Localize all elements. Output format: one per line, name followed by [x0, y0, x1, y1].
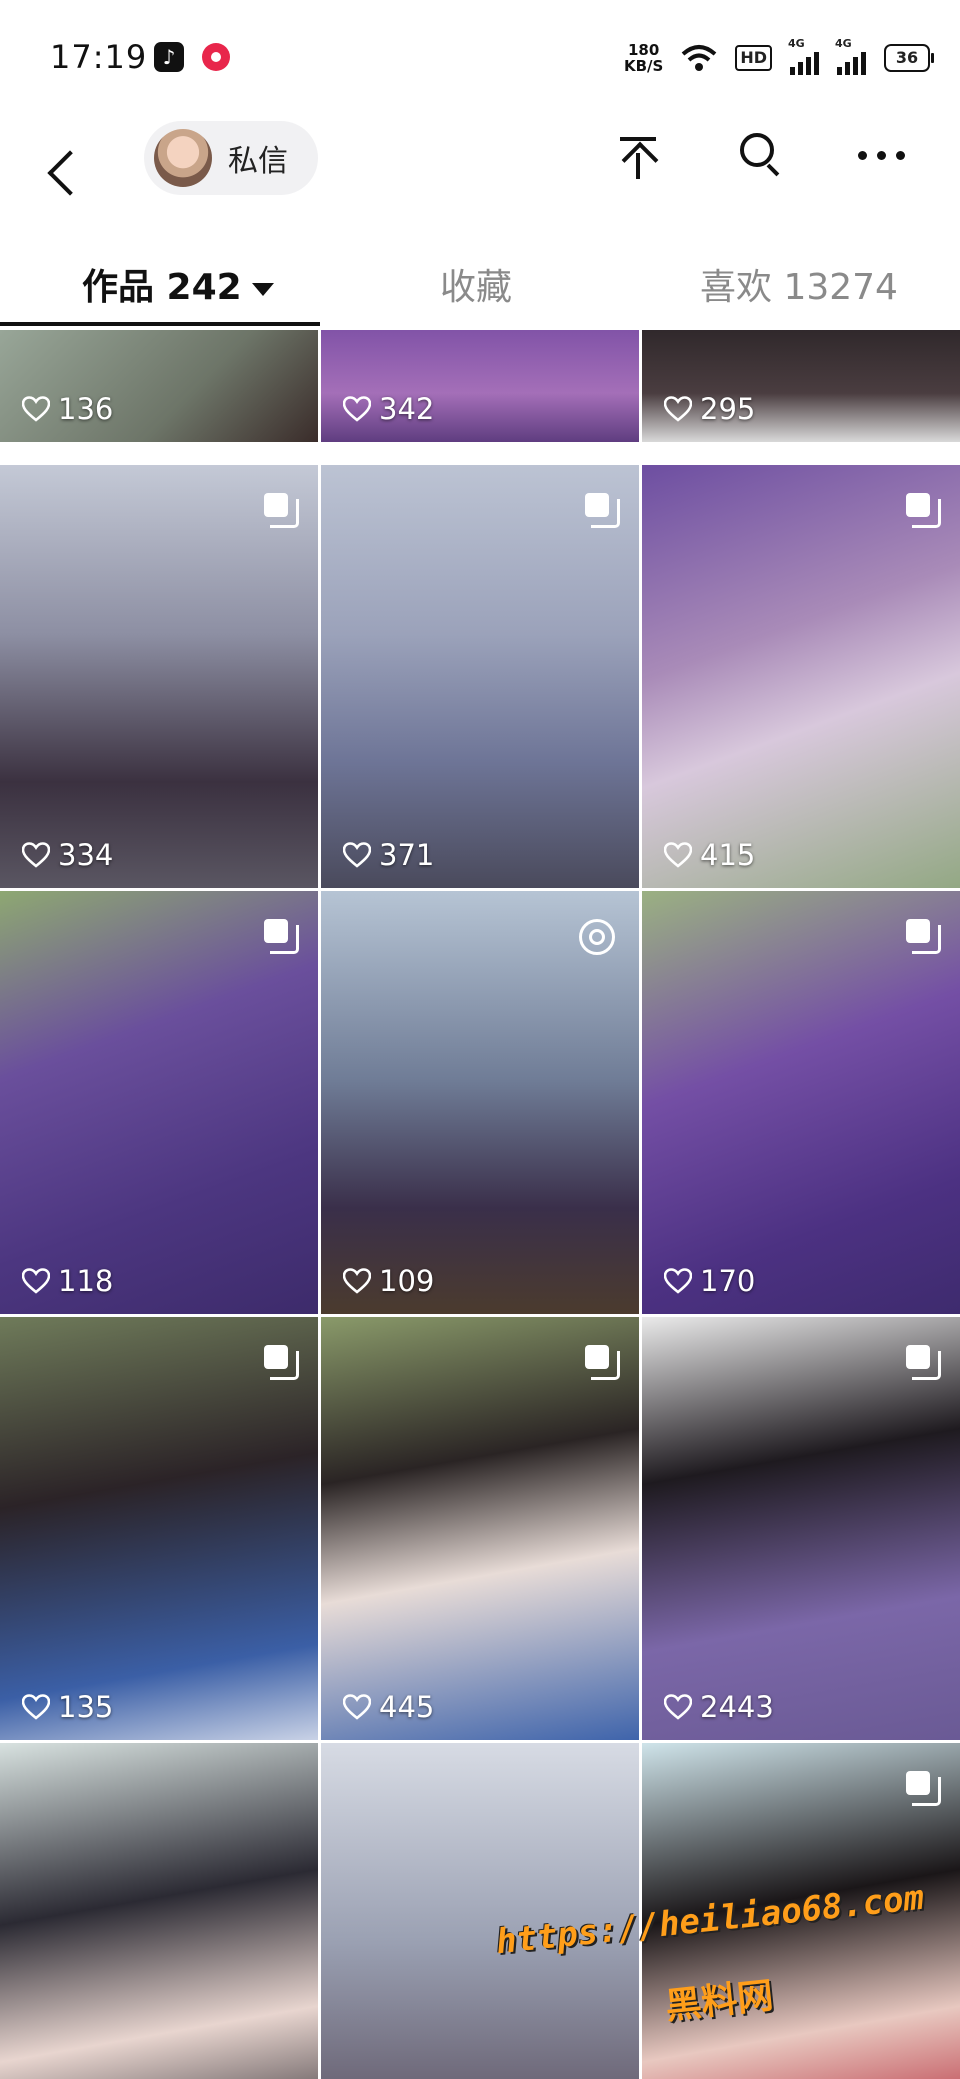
multi-image-icon — [264, 1345, 299, 1380]
video-thumbnail[interactable]: 109 — [321, 891, 639, 1314]
caret-down-icon — [251, 282, 274, 296]
network-speed: 180 KB/S — [623, 41, 664, 75]
tab-favorites[interactable]: 收藏 — [440, 258, 512, 310]
tab-likes[interactable]: 喜欢 13274 — [700, 258, 898, 310]
like-count-value: 118 — [58, 1264, 114, 1298]
like-count: 136 — [22, 392, 113, 426]
profile-header: 私信 — [0, 115, 960, 235]
like-count: 170 — [664, 1264, 755, 1298]
back-button[interactable] — [40, 143, 90, 203]
heart-icon — [664, 842, 692, 868]
share-upload-button[interactable] — [614, 129, 664, 189]
video-thumbnail[interactable] — [0, 1743, 318, 2079]
like-count-value: 371 — [379, 838, 435, 872]
like-count: 334 — [22, 838, 113, 872]
multi-image-icon — [906, 919, 941, 954]
heart-icon — [22, 396, 50, 422]
like-count-value: 342 — [379, 392, 435, 426]
like-count: 415 — [664, 838, 755, 872]
notification-app-icon — [202, 43, 230, 71]
avatar — [154, 129, 212, 187]
video-grid: 136 342 295 334 371 415 118 109 170 135 445 2443 — [0, 330, 960, 2079]
signal-icon-1: 4G — [788, 37, 819, 75]
battery-icon: 36 — [884, 44, 934, 72]
video-thumbnail[interactable]: 135 — [0, 1317, 318, 1740]
search-button[interactable] — [736, 129, 786, 185]
video-thumbnail[interactable]: 170 — [642, 891, 960, 1314]
video-thumbnail[interactable]: 295 — [642, 330, 960, 442]
heart-icon — [664, 396, 692, 422]
hd-voice-icon: HD — [735, 45, 772, 71]
like-count: 445 — [343, 1690, 434, 1724]
like-count-value: 136 — [58, 392, 114, 426]
like-count-value: 445 — [379, 1690, 435, 1724]
wifi-icon — [682, 45, 717, 71]
heart-icon — [22, 1694, 50, 1720]
multi-image-icon — [264, 919, 299, 954]
multi-image-icon — [906, 493, 941, 528]
video-thumbnail[interactable]: 2443 — [642, 1317, 960, 1740]
like-count-value: 170 — [700, 1264, 756, 1298]
video-thumbnail[interactable]: 136 — [0, 330, 318, 442]
heart-icon — [343, 1268, 371, 1294]
like-count: 135 — [22, 1690, 113, 1724]
tiktok-icon: ♪ — [154, 42, 184, 72]
like-count: 118 — [22, 1264, 113, 1298]
multi-image-icon — [906, 1771, 941, 1806]
like-count: 371 — [343, 838, 434, 872]
video-thumbnail[interactable]: 415 — [642, 465, 960, 888]
heart-icon — [343, 396, 371, 422]
like-count-value: 295 — [700, 392, 756, 426]
heart-icon — [664, 1268, 692, 1294]
video-thumbnail[interactable]: 334 — [0, 465, 318, 888]
like-count: 295 — [664, 392, 755, 426]
status-bar: 17:19 ♪ 180 KB/S HD 4G 4G 36 — [0, 0, 960, 115]
status-time: 17:19 — [50, 38, 148, 76]
heart-icon — [22, 1268, 50, 1294]
like-count-value: 135 — [58, 1690, 114, 1724]
multi-image-icon — [585, 1345, 620, 1380]
multi-image-icon — [585, 493, 620, 528]
multi-image-icon — [264, 493, 299, 528]
heart-icon — [343, 1694, 371, 1720]
like-count-value: 109 — [379, 1264, 435, 1298]
heart-icon — [664, 1694, 692, 1720]
tab-works[interactable]: 作品 242 — [82, 258, 274, 310]
video-thumbnail[interactable]: 118 — [0, 891, 318, 1314]
multi-image-icon — [906, 1345, 941, 1380]
like-count-value: 2443 — [700, 1690, 774, 1724]
like-count: 109 — [343, 1264, 434, 1298]
heart-icon — [22, 842, 50, 868]
heart-icon — [343, 842, 371, 868]
video-thumbnail[interactable]: 371 — [321, 465, 639, 888]
like-count: 2443 — [664, 1690, 774, 1724]
like-count: 342 — [343, 392, 434, 426]
active-tab-indicator — [0, 322, 320, 326]
like-count-value: 415 — [700, 838, 756, 872]
profile-tabs: 作品 242 收藏 喜欢 13274 — [0, 240, 960, 326]
dm-label: 私信 — [228, 144, 288, 179]
signal-icon-2: 4G — [835, 37, 866, 75]
status-indicators: 180 KB/S HD 4G 4G 36 — [623, 37, 934, 78]
video-thumbnail[interactable]: 445 — [321, 1317, 639, 1740]
like-count-value: 334 — [58, 838, 114, 872]
video-thumbnail[interactable]: 342 — [321, 330, 639, 442]
more-options-button[interactable] — [858, 145, 918, 165]
live-photo-icon — [579, 919, 615, 955]
direct-message-button[interactable]: 私信 — [144, 121, 318, 195]
video-thumbnail[interactable] — [321, 1743, 639, 2079]
